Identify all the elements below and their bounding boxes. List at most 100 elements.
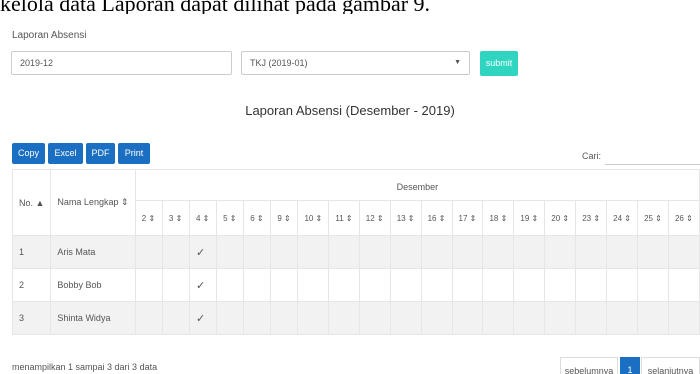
cell-attendance xyxy=(451,235,484,269)
cell-attendance xyxy=(606,268,639,302)
cell-attendance xyxy=(667,301,700,335)
cell-attendance xyxy=(389,235,422,269)
print-button[interactable]: Print xyxy=(118,143,150,164)
cell-no: 2 xyxy=(11,268,52,302)
cell-attendance xyxy=(482,235,515,269)
cell-attendance xyxy=(216,235,245,269)
submit-button[interactable]: submit xyxy=(480,51,518,76)
attendance-table: No. ▲ Nama Lengkap ⇕ Desember 2 ⇕ 3 ⇕ 4 ⇕ 5… xyxy=(11,169,700,335)
column-group-month: Desember xyxy=(134,169,700,201)
report-title: Laporan Absensi (Desember - 2019) xyxy=(245,103,455,118)
cell-attendance: ✓ xyxy=(188,268,218,302)
cell-attendance xyxy=(513,301,546,335)
cell-attendance xyxy=(420,301,453,335)
cell-attendance xyxy=(328,235,360,269)
column-header-day[interactable]: 2 ⇕ xyxy=(134,200,163,236)
search-label: Cari: xyxy=(582,151,602,161)
cell-attendance xyxy=(297,301,330,335)
period-input[interactable]: 2019-12 xyxy=(11,51,232,75)
cell-attendance xyxy=(270,268,299,302)
cell-attendance xyxy=(243,301,272,335)
cell-attendance xyxy=(451,268,484,302)
column-header-day[interactable]: 5 ⇕ xyxy=(216,200,245,236)
next-page-button[interactable]: selanjutnya xyxy=(641,357,700,374)
column-header-day[interactable]: 11 ⇕ xyxy=(328,200,360,236)
cell-attendance xyxy=(513,268,546,302)
column-header-day[interactable]: 26 ⇕ xyxy=(667,200,700,236)
column-header-day[interactable]: 23 ⇕ xyxy=(575,200,608,236)
cell-attendance xyxy=(270,301,299,335)
column-header-day[interactable]: 16 ⇕ xyxy=(420,200,453,236)
cell-name: Shinta Widya xyxy=(50,301,136,335)
panel-title: Laporan Absensi xyxy=(12,30,87,41)
cell-attendance xyxy=(270,235,299,269)
column-header-name[interactable]: Nama Lengkap ⇕ xyxy=(50,169,136,236)
column-header-day[interactable]: 13 ⇕ xyxy=(389,200,422,236)
table-row: 1 Aris Mata ✓ xyxy=(11,235,700,269)
cell-attendance xyxy=(134,268,163,302)
previous-page-button[interactable]: sebelumnya xyxy=(560,357,618,374)
cell-attendance xyxy=(243,235,272,269)
cell-attendance xyxy=(637,235,669,269)
column-header-day[interactable]: 9 ⇕ xyxy=(270,200,299,236)
column-header-day[interactable]: 4 ⇕ xyxy=(188,200,218,236)
cell-attendance xyxy=(667,235,700,269)
cell-attendance xyxy=(161,268,191,302)
table-row: 3 Shinta Widya ✓ xyxy=(11,301,700,335)
cell-attendance xyxy=(358,235,391,269)
cell-attendance xyxy=(482,301,515,335)
cell-attendance xyxy=(328,301,360,335)
cell-attendance xyxy=(667,268,700,302)
cell-attendance xyxy=(544,301,577,335)
cell-attendance: ✓ xyxy=(188,235,218,269)
cell-attendance xyxy=(606,301,639,335)
page-1-button[interactable]: 1 xyxy=(620,357,640,374)
cell-name: Bobby Bob xyxy=(50,268,136,302)
cell-attendance xyxy=(216,301,245,335)
cell-attendance xyxy=(513,235,546,269)
cell-attendance xyxy=(575,268,608,302)
cell-attendance xyxy=(482,268,515,302)
cell-attendance xyxy=(134,235,163,269)
column-header-day[interactable]: 3 ⇕ xyxy=(161,200,191,236)
cell-attendance xyxy=(134,301,163,335)
class-value: TKJ (2019-01) xyxy=(250,58,308,68)
cell-attendance xyxy=(544,268,577,302)
column-header-day[interactable]: 18 ⇕ xyxy=(482,200,515,236)
pdf-button[interactable]: PDF xyxy=(86,143,115,164)
column-header-day[interactable]: 24 ⇕ xyxy=(606,200,639,236)
column-header-day[interactable]: 10 ⇕ xyxy=(297,200,330,236)
cell-name: Aris Mata xyxy=(50,235,136,269)
cell-attendance xyxy=(637,268,669,302)
cell-no: 1 xyxy=(11,235,52,269)
table-info: menampilkan 1 sampai 3 dari 3 data xyxy=(12,362,158,372)
cell-attendance xyxy=(243,268,272,302)
column-header-day[interactable]: 12 ⇕ xyxy=(358,200,391,236)
column-header-day[interactable]: 6 ⇕ xyxy=(243,200,272,236)
period-value: 2019-12 xyxy=(20,58,54,68)
cell-attendance xyxy=(389,301,422,335)
cell-attendance xyxy=(358,268,391,302)
cell-attendance xyxy=(544,235,577,269)
column-header-day[interactable]: 25 ⇕ xyxy=(637,200,669,236)
cell-attendance xyxy=(637,301,669,335)
column-header-day[interactable]: 19 ⇕ xyxy=(513,200,546,236)
cell-attendance xyxy=(161,235,191,269)
report-panel: Laporan Absensi 2019-12 TKJ (2019-01) ▼ … xyxy=(0,14,700,374)
cell-attendance xyxy=(358,301,391,335)
cell-attendance: ✓ xyxy=(188,301,218,335)
cell-attendance xyxy=(216,268,245,302)
cell-attendance xyxy=(575,235,608,269)
excel-button[interactable]: Excel xyxy=(48,143,83,164)
copy-button[interactable]: Copy xyxy=(12,143,45,164)
class-select[interactable]: TKJ (2019-01) ▼ xyxy=(241,51,470,75)
search-input[interactable] xyxy=(605,164,700,165)
column-header-day[interactable]: 20 ⇕ xyxy=(544,200,577,236)
cell-attendance xyxy=(575,301,608,335)
cell-no: 3 xyxy=(11,301,52,335)
cell-attendance xyxy=(297,268,330,302)
cell-attendance xyxy=(161,301,191,335)
column-header-no[interactable]: No. ▲ xyxy=(11,169,52,236)
column-header-day[interactable]: 17 ⇕ xyxy=(451,200,484,236)
cell-attendance xyxy=(389,268,422,302)
